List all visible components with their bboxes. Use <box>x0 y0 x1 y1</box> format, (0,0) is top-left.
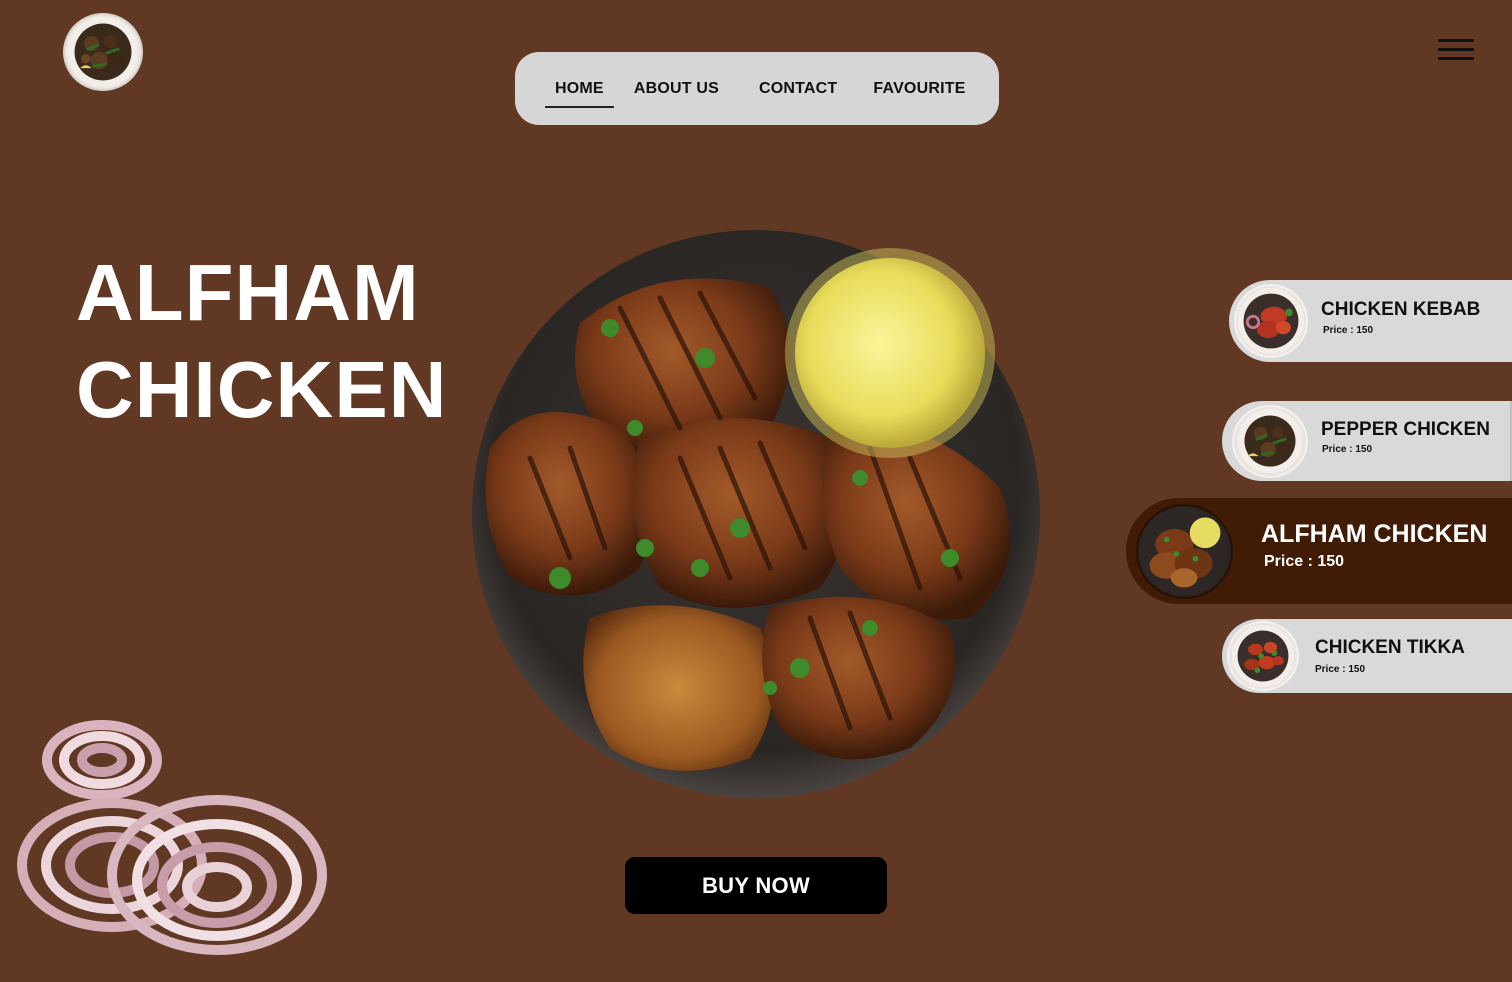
nav-home[interactable]: HOME <box>545 74 614 108</box>
menu-card-price: Price : 150 <box>1264 553 1345 570</box>
pepper-chicken-plate-icon <box>1232 405 1308 478</box>
hero-title-line1: ALFHAM <box>76 248 420 337</box>
buy-now-button[interactable]: BUY NOW <box>625 857 887 914</box>
hero-title-line2: CHICKEN <box>76 345 448 434</box>
hero-chicken-plate-image <box>470 228 1043 800</box>
onion-rings-image <box>12 715 337 960</box>
logo-icon[interactable] <box>63 13 143 91</box>
menu-card-price: Price : 150 <box>1315 664 1366 675</box>
menu-line <box>1438 39 1474 42</box>
menu-card-chicken-tikka[interactable]: CHICKEN TIKKA Price : 150 <box>1222 619 1512 693</box>
nav-about-us[interactable]: ABOUT US <box>624 74 729 104</box>
nav-favourite[interactable]: FAVOURITE <box>863 74 975 104</box>
menu-card-pepper-chicken[interactable]: PEPPER CHICKEN Price : 150 <box>1222 401 1512 481</box>
menu-card-name: PEPPER CHICKEN <box>1321 419 1490 440</box>
menu-card-price: Price : 150 <box>1322 444 1373 455</box>
menu-card-name: CHICKEN KEBAB <box>1321 299 1481 320</box>
alfham-chicken-plate-icon <box>1136 504 1233 599</box>
chicken-kebab-plate-icon <box>1234 284 1308 358</box>
nav-contact[interactable]: CONTACT <box>749 74 847 104</box>
chicken-tikka-plate-icon <box>1227 621 1299 691</box>
menu-line <box>1438 48 1474 51</box>
menu-card-alfham-chicken-active[interactable]: ALFHAM CHICKEN Price : 150 <box>1126 498 1512 604</box>
menu-card-name: CHICKEN TIKKA <box>1315 637 1465 658</box>
menu-card-price: Price : 150 <box>1323 325 1374 336</box>
hamburger-menu-icon[interactable] <box>1438 37 1474 63</box>
menu-card-name: ALFHAM CHICKEN <box>1261 520 1488 548</box>
menu-card-chicken-kebab[interactable]: CHICKEN KEBAB Price : 150 <box>1229 280 1512 362</box>
hero-title: ALFHAM CHICKEN <box>76 244 447 438</box>
main-nav: HOME ABOUT US CONTACT FAVOURITE <box>515 52 999 125</box>
menu-line <box>1438 57 1474 60</box>
